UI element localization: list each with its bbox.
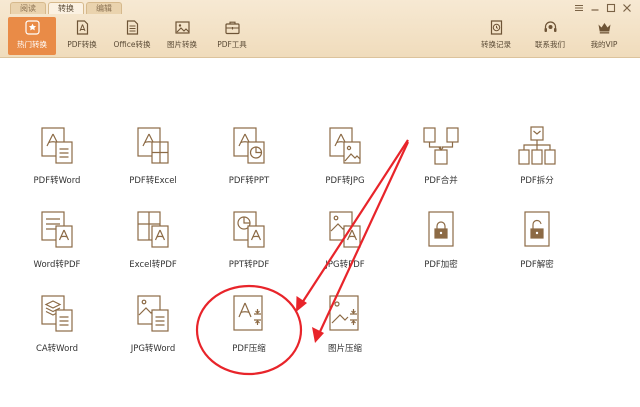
headset-icon bbox=[543, 20, 558, 35]
tool-pdf-tools[interactable]: PDF工具 bbox=[208, 17, 256, 55]
tool-label: Office转换 bbox=[113, 40, 151, 49]
feature-pdf-decrypt[interactable]: PDF解密 bbox=[502, 209, 572, 279]
pdf-decrypt-icon bbox=[516, 209, 558, 251]
ppt-to-pdf-icon bbox=[228, 209, 270, 251]
feature-label: Word转PDF bbox=[33, 260, 81, 270]
pdf-compress-icon bbox=[228, 293, 270, 335]
feature-label: PDF解密 bbox=[520, 260, 554, 270]
feature-pdf-to-ppt[interactable]: PDF转PPT bbox=[214, 125, 284, 195]
feature-label: PDF转PPT bbox=[228, 176, 270, 186]
tool-label: 我的VIP bbox=[590, 40, 618, 49]
feature-image-compress[interactable]: 图片压缩 bbox=[310, 293, 380, 363]
tool-hot-convert[interactable]: 热门转换 bbox=[8, 17, 56, 55]
feature-label: PDF合并 bbox=[424, 176, 458, 186]
word-to-pdf-icon bbox=[36, 209, 78, 251]
history-clock-icon bbox=[489, 20, 504, 35]
pdf-merge-icon bbox=[420, 125, 462, 167]
tab-convert[interactable]: 转换 bbox=[48, 2, 84, 14]
account-toolbar: 转换记录 联系我们 我的VIP bbox=[470, 17, 632, 55]
feature-label: PDF拆分 bbox=[520, 176, 554, 186]
pdf-split-icon bbox=[516, 125, 558, 167]
mode-tabs: 阅读 转换 编辑 bbox=[10, 2, 124, 14]
feature-label: PDF压缩 bbox=[232, 344, 266, 354]
feature-pdf-to-excel[interactable]: PDF转Excel bbox=[118, 125, 188, 195]
feature-label: JPG转PDF bbox=[325, 260, 365, 270]
tool-history[interactable]: 转换记录 bbox=[470, 17, 522, 55]
pdf-to-jpg-icon bbox=[324, 125, 366, 167]
pdf-to-ppt-icon bbox=[228, 125, 270, 167]
feature-label: PDF转JPG bbox=[325, 176, 365, 186]
tool-label: 热门转换 bbox=[17, 40, 47, 49]
tool-label: 转换记录 bbox=[481, 40, 511, 49]
feature-cad-to-word[interactable]: CA转Word bbox=[22, 293, 92, 363]
feature-pdf-to-jpg[interactable]: PDF转JPG bbox=[310, 125, 380, 195]
minimize-icon[interactable] bbox=[590, 3, 600, 13]
tool-label: PDF转换 bbox=[67, 40, 97, 49]
jpg-to-word-icon bbox=[132, 293, 174, 335]
cad-to-word-icon bbox=[36, 293, 78, 335]
tab-edit[interactable]: 编辑 bbox=[86, 2, 122, 14]
crown-icon bbox=[597, 20, 612, 35]
feature-pdf-merge[interactable]: PDF合并 bbox=[406, 125, 476, 195]
feature-pdf-compress[interactable]: PDF压缩 bbox=[214, 293, 284, 363]
toolbox-icon bbox=[224, 20, 240, 35]
feature-label: 图片压缩 bbox=[327, 344, 362, 354]
feature-pdf-encrypt[interactable]: PDF加密 bbox=[406, 209, 476, 279]
pdf-to-excel-icon bbox=[132, 125, 174, 167]
maximize-icon[interactable] bbox=[606, 3, 616, 13]
top-toolbar: 阅读 转换 编辑 热门转换 PDF转换 Office转换 图片转换 PDF工具 … bbox=[0, 0, 640, 58]
tool-label: 联系我们 bbox=[535, 40, 565, 49]
feature-label: PDF加密 bbox=[424, 260, 458, 270]
jpg-to-pdf-icon bbox=[324, 209, 366, 251]
feature-label: PPT转PDF bbox=[228, 260, 270, 270]
pdf-to-word-icon bbox=[36, 125, 78, 167]
feature-ppt-to-pdf[interactable]: PPT转PDF bbox=[214, 209, 284, 279]
feature-excel-to-pdf[interactable]: Excel转PDF bbox=[118, 209, 188, 279]
feature-label: PDF转Excel bbox=[129, 176, 177, 186]
feature-label: Excel转PDF bbox=[129, 260, 177, 270]
pdf-icon bbox=[75, 20, 90, 35]
feature-jpg-to-pdf[interactable]: JPG转PDF bbox=[310, 209, 380, 279]
tool-label: PDF工具 bbox=[217, 40, 247, 49]
feature-pdf-to-word[interactable]: PDF转Word bbox=[22, 125, 92, 195]
image-compress-icon bbox=[324, 293, 366, 335]
feature-grid: PDF转Word PDF转Excel PDF转PPT PDF转JPG PDF合并… bbox=[0, 57, 640, 407]
tool-office-convert[interactable]: Office转换 bbox=[108, 17, 156, 55]
tool-pdf-convert[interactable]: PDF转换 bbox=[58, 17, 106, 55]
tab-read[interactable]: 阅读 bbox=[10, 2, 46, 14]
convert-toolbar: 热门转换 PDF转换 Office转换 图片转换 PDF工具 bbox=[8, 17, 258, 55]
close-icon[interactable] bbox=[622, 3, 632, 13]
tool-label: 图片转换 bbox=[167, 40, 197, 49]
feature-label: PDF转Word bbox=[33, 176, 81, 186]
excel-to-pdf-icon bbox=[132, 209, 174, 251]
tool-image-convert[interactable]: 图片转换 bbox=[158, 17, 206, 55]
feature-label: CA转Word bbox=[35, 344, 79, 354]
image-icon bbox=[174, 20, 190, 35]
star-icon bbox=[24, 20, 40, 35]
pdf-encrypt-icon bbox=[420, 209, 462, 251]
menu-icon[interactable] bbox=[574, 3, 584, 13]
tool-vip[interactable]: 我的VIP bbox=[578, 17, 630, 55]
feature-label: JPG转Word bbox=[130, 344, 176, 354]
tool-contact[interactable]: 联系我们 bbox=[524, 17, 576, 55]
feature-pdf-split[interactable]: PDF拆分 bbox=[502, 125, 572, 195]
feature-jpg-to-word[interactable]: JPG转Word bbox=[118, 293, 188, 363]
feature-word-to-pdf[interactable]: Word转PDF bbox=[22, 209, 92, 279]
office-doc-icon bbox=[125, 20, 140, 35]
window-controls bbox=[568, 3, 632, 13]
